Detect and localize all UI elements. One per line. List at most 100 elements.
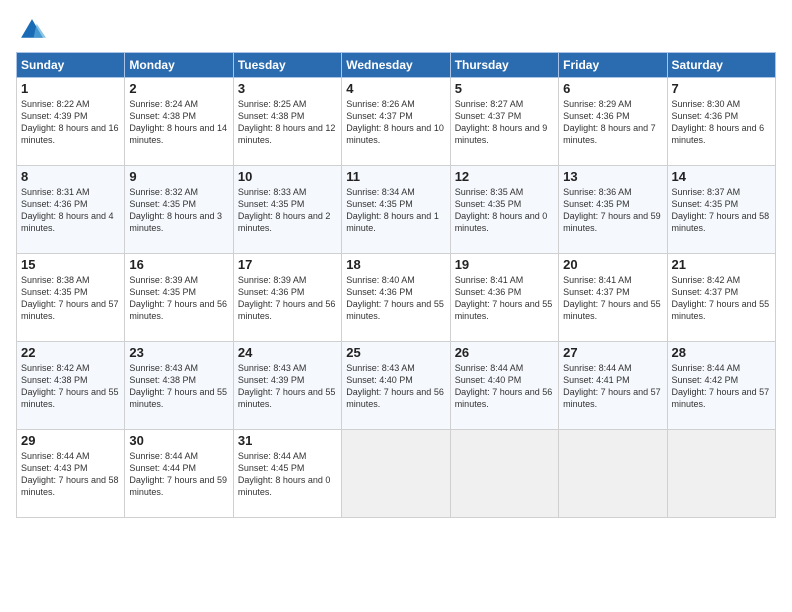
table-cell: 20Sunrise: 8:41 AMSunset: 4:37 PMDayligh… — [559, 254, 667, 342]
calendar-week-row: 8 Sunrise: 8:31 AMSunset: 4:36 PMDaylight… — [17, 166, 776, 254]
cell-content: Sunrise: 8:33 AMSunset: 4:35 PMDaylight:… — [238, 186, 337, 235]
logo-icon — [18, 16, 46, 44]
cell-content: Sunrise: 8:26 AMSunset: 4:37 PMDaylight:… — [346, 98, 445, 147]
day-number: 7 — [672, 81, 771, 96]
day-number: 6 — [563, 81, 662, 96]
table-cell: 7 Sunrise: 8:30 AMSunset: 4:36 PMDaylight… — [667, 78, 775, 166]
col-tuesday: Tuesday — [233, 53, 341, 78]
day-number: 30 — [129, 433, 228, 448]
cell-content: Sunrise: 8:44 AMSunset: 4:43 PMDaylight:… — [21, 450, 120, 499]
cell-content: Sunrise: 8:38 AMSunset: 4:35 PMDaylight:… — [21, 274, 120, 323]
day-number: 22 — [21, 345, 120, 360]
table-cell: 29 Sunrise: 8:44 AMSunset: 4:43 PMDayligh… — [17, 430, 125, 518]
cell-content: Sunrise: 8:44 AMSunset: 4:41 PMDaylight:… — [563, 362, 662, 411]
table-cell: 12 Sunrise: 8:35 AMSunset: 4:35 PMDayligh… — [450, 166, 558, 254]
cell-content: Sunrise: 8:43 AMSunset: 4:40 PMDaylight:… — [346, 362, 445, 411]
table-cell: 3Sunrise: 8:25 AMSunset: 4:38 PMDaylight… — [233, 78, 341, 166]
table-cell — [559, 430, 667, 518]
col-friday: Friday — [559, 53, 667, 78]
cell-content: Sunrise: 8:22 AMSunset: 4:39 PMDaylight:… — [21, 98, 120, 147]
day-number: 20 — [563, 257, 662, 272]
day-number: 11 — [346, 169, 445, 184]
table-cell: 11 Sunrise: 8:34 AMSunset: 4:35 PMDayligh… — [342, 166, 450, 254]
table-cell: 21Sunrise: 8:42 AMSunset: 4:37 PMDayligh… — [667, 254, 775, 342]
table-cell: 16 Sunrise: 8:39 AMSunset: 4:35 PMDayligh… — [125, 254, 233, 342]
col-sunday: Sunday — [17, 53, 125, 78]
table-cell: 13 Sunrise: 8:36 AMSunset: 4:35 PMDayligh… — [559, 166, 667, 254]
table-cell: 15 Sunrise: 8:38 AMSunset: 4:35 PMDayligh… — [17, 254, 125, 342]
cell-content: Sunrise: 8:44 AMSunset: 4:42 PMDaylight:… — [672, 362, 771, 411]
cell-content: Sunrise: 8:36 AMSunset: 4:35 PMDaylight:… — [563, 186, 662, 235]
day-number: 29 — [21, 433, 120, 448]
day-number: 26 — [455, 345, 554, 360]
cell-content: Sunrise: 8:44 AMSunset: 4:45 PMDaylight:… — [238, 450, 337, 499]
day-number: 5 — [455, 81, 554, 96]
calendar-week-row: 15 Sunrise: 8:38 AMSunset: 4:35 PMDayligh… — [17, 254, 776, 342]
table-cell: 18 Sunrise: 8:40 AMSunset: 4:36 PMDayligh… — [342, 254, 450, 342]
cell-content: Sunrise: 8:27 AMSunset: 4:37 PMDaylight:… — [455, 98, 554, 147]
cell-content: Sunrise: 8:43 AMSunset: 4:38 PMDaylight:… — [129, 362, 228, 411]
cell-content: Sunrise: 8:29 AMSunset: 4:36 PMDaylight:… — [563, 98, 662, 147]
cell-content: Sunrise: 8:24 AMSunset: 4:38 PMDaylight:… — [129, 98, 228, 147]
day-number: 28 — [672, 345, 771, 360]
logo — [16, 16, 46, 44]
calendar-week-row: 22 Sunrise: 8:42 AMSunset: 4:38 PMDayligh… — [17, 342, 776, 430]
col-monday: Monday — [125, 53, 233, 78]
cell-content: Sunrise: 8:30 AMSunset: 4:36 PMDaylight:… — [672, 98, 771, 147]
table-cell: 9Sunrise: 8:32 AMSunset: 4:35 PMDaylight… — [125, 166, 233, 254]
day-number: 23 — [129, 345, 228, 360]
day-number: 12 — [455, 169, 554, 184]
day-number: 8 — [21, 169, 120, 184]
table-cell: 26Sunrise: 8:44 AMSunset: 4:40 PMDayligh… — [450, 342, 558, 430]
table-cell: 22 Sunrise: 8:42 AMSunset: 4:38 PMDayligh… — [17, 342, 125, 430]
cell-content: Sunrise: 8:40 AMSunset: 4:36 PMDaylight:… — [346, 274, 445, 323]
table-cell: 25 Sunrise: 8:43 AMSunset: 4:40 PMDayligh… — [342, 342, 450, 430]
table-cell: 6 Sunrise: 8:29 AMSunset: 4:36 PMDaylight… — [559, 78, 667, 166]
day-number: 2 — [129, 81, 228, 96]
day-number: 27 — [563, 345, 662, 360]
day-number: 18 — [346, 257, 445, 272]
table-cell: 8 Sunrise: 8:31 AMSunset: 4:36 PMDaylight… — [17, 166, 125, 254]
cell-content: Sunrise: 8:39 AMSunset: 4:36 PMDaylight:… — [238, 274, 337, 323]
table-cell: 19Sunrise: 8:41 AMSunset: 4:36 PMDayligh… — [450, 254, 558, 342]
header — [16, 12, 776, 44]
page: Sunday Monday Tuesday Wednesday Thursday… — [0, 0, 792, 612]
day-number: 31 — [238, 433, 337, 448]
col-thursday: Thursday — [450, 53, 558, 78]
table-cell: 1 Sunrise: 8:22 AMSunset: 4:39 PMDaylight… — [17, 78, 125, 166]
cell-content: Sunrise: 8:39 AMSunset: 4:35 PMDaylight:… — [129, 274, 228, 323]
table-cell: 4 Sunrise: 8:26 AMSunset: 4:37 PMDaylight… — [342, 78, 450, 166]
col-saturday: Saturday — [667, 53, 775, 78]
day-number: 21 — [672, 257, 771, 272]
table-cell: 10Sunrise: 8:33 AMSunset: 4:35 PMDayligh… — [233, 166, 341, 254]
day-number: 25 — [346, 345, 445, 360]
table-cell: 17Sunrise: 8:39 AMSunset: 4:36 PMDayligh… — [233, 254, 341, 342]
day-number: 24 — [238, 345, 337, 360]
day-number: 9 — [129, 169, 228, 184]
cell-content: Sunrise: 8:35 AMSunset: 4:35 PMDaylight:… — [455, 186, 554, 235]
table-cell: 24Sunrise: 8:43 AMSunset: 4:39 PMDayligh… — [233, 342, 341, 430]
table-cell: 5 Sunrise: 8:27 AMSunset: 4:37 PMDaylight… — [450, 78, 558, 166]
day-number: 14 — [672, 169, 771, 184]
table-cell — [342, 430, 450, 518]
table-cell: 27 Sunrise: 8:44 AMSunset: 4:41 PMDayligh… — [559, 342, 667, 430]
calendar-week-row: 1 Sunrise: 8:22 AMSunset: 4:39 PMDaylight… — [17, 78, 776, 166]
table-cell: 23 Sunrise: 8:43 AMSunset: 4:38 PMDayligh… — [125, 342, 233, 430]
cell-content: Sunrise: 8:42 AMSunset: 4:38 PMDaylight:… — [21, 362, 120, 411]
cell-content: Sunrise: 8:44 AMSunset: 4:44 PMDaylight:… — [129, 450, 228, 499]
cell-content: Sunrise: 8:37 AMSunset: 4:35 PMDaylight:… — [672, 186, 771, 235]
calendar: Sunday Monday Tuesday Wednesday Thursday… — [16, 52, 776, 518]
cell-content: Sunrise: 8:25 AMSunset: 4:38 PMDaylight:… — [238, 98, 337, 147]
day-number: 4 — [346, 81, 445, 96]
table-cell — [667, 430, 775, 518]
day-number: 13 — [563, 169, 662, 184]
cell-content: Sunrise: 8:34 AMSunset: 4:35 PMDaylight:… — [346, 186, 445, 235]
calendar-week-row: 29 Sunrise: 8:44 AMSunset: 4:43 PMDayligh… — [17, 430, 776, 518]
table-cell: 28 Sunrise: 8:44 AMSunset: 4:42 PMDayligh… — [667, 342, 775, 430]
cell-content: Sunrise: 8:41 AMSunset: 4:36 PMDaylight:… — [455, 274, 554, 323]
cell-content: Sunrise: 8:31 AMSunset: 4:36 PMDaylight:… — [21, 186, 120, 235]
table-cell — [450, 430, 558, 518]
day-number: 16 — [129, 257, 228, 272]
day-number: 15 — [21, 257, 120, 272]
day-number: 1 — [21, 81, 120, 96]
